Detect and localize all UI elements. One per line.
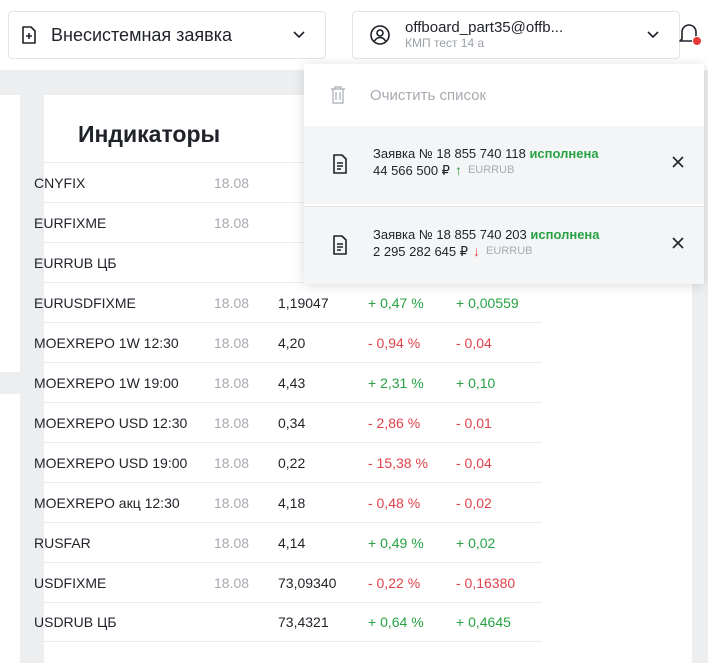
notification-currency: EURRUB bbox=[486, 245, 533, 258]
notification-item[interactable]: Заявка № 18 855 740 203 исполнена 2 295 … bbox=[304, 206, 704, 284]
side-panel-top bbox=[0, 95, 20, 372]
table-row[interactable]: MOEXREPO 1W 19:00 18.08 4,43 + 2,31 % + 0,10 bbox=[32, 362, 542, 402]
indicator-change-percent: + 0,64 % bbox=[368, 614, 424, 630]
notification-status: исполнена bbox=[530, 227, 600, 242]
table-row[interactable]: MOEXREPO акц 12:30 18.08 4,18 - 0,48 % - 0,0… bbox=[32, 482, 542, 522]
indicator-date: 18.08 bbox=[214, 454, 250, 471]
account-subtitle: КМП тест 14 а bbox=[405, 35, 485, 50]
indicator-change-percent: + 2,31 % bbox=[368, 374, 424, 391]
indicator-value: 4,43 bbox=[278, 374, 306, 391]
indicator-value: 4,14 bbox=[278, 534, 306, 551]
indicator-name: CNYFIX bbox=[34, 174, 86, 191]
indicator-date: 18.08 bbox=[214, 494, 250, 511]
indicator-date: 18.08 bbox=[214, 174, 250, 191]
indicator-change-percent: - 0,94 % bbox=[368, 334, 421, 351]
account-select[interactable]: offboard_part35@offb... КМП тест 14 а bbox=[352, 11, 680, 59]
indicator-date: 18.08 bbox=[214, 414, 250, 431]
indicator-name: EURRUB ЦБ bbox=[34, 254, 117, 271]
indicator-name: MOEXREPO USD 12:30 bbox=[34, 414, 188, 431]
indicator-date: 18.08 bbox=[214, 534, 250, 551]
notification-item[interactable]: Заявка № 18 855 740 118 исполнена 44 566… bbox=[304, 126, 704, 204]
indicator-date: 18.08 bbox=[214, 574, 250, 591]
chevron-down-icon bbox=[645, 26, 661, 42]
arrow-down-icon: ↓ bbox=[473, 243, 481, 260]
indicator-change: + 0,02 bbox=[456, 534, 496, 551]
side-panel-bottom bbox=[0, 394, 20, 663]
indicator-name: EURFIXME bbox=[34, 214, 107, 231]
indicator-change-percent: - 15,38 % bbox=[368, 454, 428, 471]
indicator-value: 4,20 bbox=[278, 334, 306, 351]
chevron-down-icon bbox=[291, 26, 307, 42]
document-icon bbox=[332, 235, 348, 255]
close-icon[interactable] bbox=[672, 156, 684, 168]
table-row[interactable]: RUSFAR 18.08 4,14 + 0,49 % + 0,02 bbox=[32, 522, 542, 562]
table-row[interactable]: USDRUB ЦБ 73,4321 + 0,64 % + 0,4645 bbox=[32, 602, 542, 642]
indicator-change: - 0,04 bbox=[456, 454, 492, 471]
user-circle-icon bbox=[369, 24, 391, 46]
notifications-popup: Очистить список Заявка № 18 855 740 118 … bbox=[304, 64, 704, 284]
indicator-change-percent: - 2,86 % bbox=[368, 414, 421, 431]
indicator-change: - 0,01 bbox=[456, 414, 492, 431]
indicator-value: 0,34 bbox=[278, 414, 306, 431]
indicator-name: MOEXREPO 1W 19:00 bbox=[34, 374, 179, 391]
notification-title: Заявка № 18 855 740 203 bbox=[373, 227, 527, 242]
indicator-value: 0,22 bbox=[278, 454, 306, 471]
account-email: offboard_part35@offb... bbox=[405, 19, 564, 37]
indicator-change-percent: - 0,22 % bbox=[368, 574, 421, 591]
notification-badge bbox=[692, 36, 702, 46]
notification-amount: 2 295 282 645 ₽ bbox=[373, 243, 469, 259]
document-plus-icon bbox=[21, 26, 37, 44]
indicator-name: MOEXREPO USD 19:00 bbox=[34, 454, 188, 471]
notifications-bell-button[interactable] bbox=[678, 22, 704, 48]
indicators-title: Индикаторы bbox=[78, 121, 221, 147]
document-icon bbox=[332, 154, 348, 174]
indicator-name: USDRUB ЦБ bbox=[34, 614, 117, 630]
notification-title: Заявка № 18 855 740 118 bbox=[373, 146, 526, 161]
indicator-name: EURUSDFIXME bbox=[34, 294, 136, 311]
indicator-value: 4,18 bbox=[278, 494, 306, 511]
indicator-change: - 0,16380 bbox=[456, 574, 516, 591]
indicator-date: 18.08 bbox=[214, 374, 250, 391]
clear-list-button[interactable]: Очистить список bbox=[304, 64, 704, 126]
indicator-change: - 0,04 bbox=[456, 334, 492, 351]
indicator-name: MOEXREPO 1W 12:30 bbox=[34, 334, 179, 351]
indicator-change: - 0,02 bbox=[456, 494, 492, 511]
indicator-date: 18.08 bbox=[214, 294, 250, 311]
indicator-name: MOEXREPO акц 12:30 bbox=[34, 494, 180, 511]
indicator-value: 73,09340 bbox=[278, 574, 337, 591]
table-row[interactable]: USDFIXME 18.08 73,09340 - 0,22 % - 0,16380 bbox=[32, 562, 542, 602]
indicator-change-percent: + 0,47 % bbox=[368, 294, 424, 311]
top-bar: Внесистемная заявка offboard_part35@offb… bbox=[0, 0, 708, 70]
indicator-change: + 0,00559 bbox=[456, 294, 519, 311]
table-row[interactable]: MOEXREPO USD 19:00 18.08 0,22 - 15,38 % - 0,… bbox=[32, 442, 542, 482]
trash-icon bbox=[330, 85, 346, 105]
indicator-value: 1,19047 bbox=[278, 294, 329, 311]
indicator-name: USDFIXME bbox=[34, 574, 107, 591]
indicator-change: + 0,10 bbox=[456, 374, 496, 391]
arrow-up-icon: ↑ bbox=[454, 162, 462, 179]
notification-status: исполнена bbox=[529, 146, 599, 161]
clear-list-label: Очистить список bbox=[370, 86, 487, 104]
indicator-value: 73,4321 bbox=[278, 614, 329, 630]
indicator-change-percent: + 0,49 % bbox=[368, 534, 424, 551]
table-row[interactable]: MOEXREPO 1W 12:30 18.08 4,20 - 0,94 % - 0,04 bbox=[32, 322, 542, 362]
notification-currency: EURRUB bbox=[467, 164, 515, 177]
request-type-select[interactable]: Внесистемная заявка bbox=[8, 11, 326, 59]
indicator-name: RUSFAR bbox=[34, 534, 91, 551]
table-row[interactable]: MOEXREPO USD 12:30 18.08 0,34 - 2,86 % - 0,0… bbox=[32, 402, 542, 442]
indicator-date: 18.08 bbox=[214, 334, 250, 351]
table-row[interactable]: EURUSDFIXME 18.08 1,19047 + 0,47 % + 0,00559 bbox=[32, 282, 542, 322]
indicator-date: 18.08 bbox=[214, 214, 250, 231]
close-icon[interactable] bbox=[672, 237, 684, 249]
request-type-label: Внесистемная заявка bbox=[51, 24, 232, 45]
notification-amount: 44 566 500 ₽ bbox=[373, 162, 450, 178]
indicator-change-percent: - 0,48 % bbox=[368, 494, 421, 511]
indicator-change: + 0,4645 bbox=[456, 614, 511, 630]
